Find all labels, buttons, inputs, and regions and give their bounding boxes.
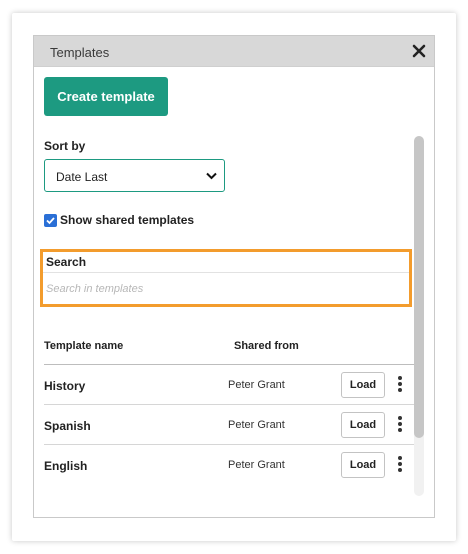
table-row: Spanish Peter Grant Load bbox=[44, 405, 414, 445]
more-options-icon[interactable] bbox=[397, 376, 403, 394]
template-name: History bbox=[44, 379, 86, 393]
more-options-icon[interactable] bbox=[397, 416, 403, 434]
load-button[interactable]: Load bbox=[341, 452, 385, 478]
search-label: Search bbox=[46, 255, 87, 269]
sort-by-label: Sort by bbox=[44, 139, 86, 153]
column-header-template-name: Template name bbox=[44, 340, 124, 352]
show-shared-label: Show shared templates bbox=[60, 213, 195, 227]
scrollbar-thumb[interactable] bbox=[414, 136, 424, 438]
sort-by-select[interactable]: Date Last bbox=[44, 159, 225, 192]
more-options-icon[interactable] bbox=[397, 456, 403, 474]
search-divider bbox=[43, 272, 409, 273]
table-row: English Peter Grant Load bbox=[44, 445, 414, 485]
table-row: History Peter Grant Load bbox=[44, 365, 414, 405]
shared-from: Peter Grant bbox=[228, 379, 285, 391]
shared-from: Peter Grant bbox=[228, 419, 285, 431]
dialog-titlebar: Templates bbox=[34, 36, 434, 67]
shared-from: Peter Grant bbox=[228, 459, 285, 471]
close-icon[interactable] bbox=[411, 43, 427, 59]
create-template-button[interactable]: Create template bbox=[44, 77, 168, 116]
show-shared-checkbox[interactable] bbox=[44, 213, 57, 227]
dialog-title: Templates bbox=[50, 45, 110, 60]
show-shared-templates-row: Show shared templates bbox=[44, 212, 194, 228]
load-button[interactable]: Load bbox=[341, 372, 385, 398]
search-input[interactable] bbox=[46, 279, 376, 299]
column-header-shared-from: Shared from bbox=[234, 340, 299, 352]
load-button[interactable]: Load bbox=[341, 412, 385, 438]
sort-by-value: Date Last bbox=[56, 170, 108, 184]
template-name: English bbox=[44, 459, 88, 473]
chevron-down-icon bbox=[206, 172, 217, 180]
templates-dialog: Templates Create template Sort by Date L… bbox=[33, 35, 435, 518]
checkmark-icon bbox=[46, 216, 55, 224]
search-section: Search bbox=[40, 249, 412, 307]
template-name: Spanish bbox=[44, 419, 91, 433]
